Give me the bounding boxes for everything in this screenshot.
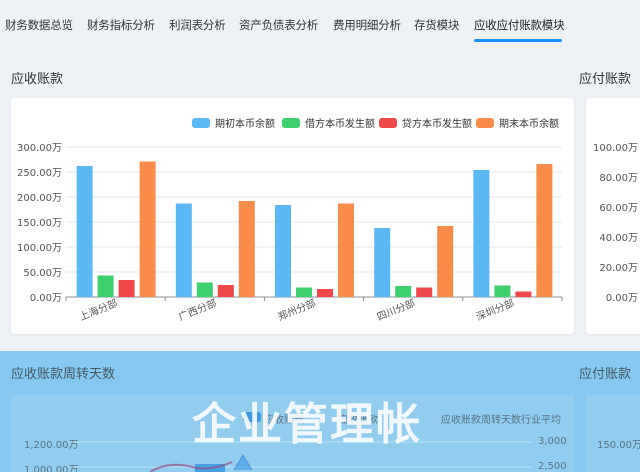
turnover-left-tick-1: 1,200.00万: [24, 440, 79, 451]
turnover-right-tick-2: 2,500: [538, 461, 567, 472]
turnover-marker: [233, 454, 253, 471]
turnover-legend-label-3: 应收账款周转天数行业平均: [441, 415, 561, 426]
turnover-left-tick-2: 1,000.00万: [24, 465, 79, 472]
watermark-text: 企业管理帐: [192, 399, 422, 450]
payable-turnover-tick: 150.00万: [597, 440, 640, 451]
turnover-right-tick-1: 3,000: [538, 436, 567, 447]
